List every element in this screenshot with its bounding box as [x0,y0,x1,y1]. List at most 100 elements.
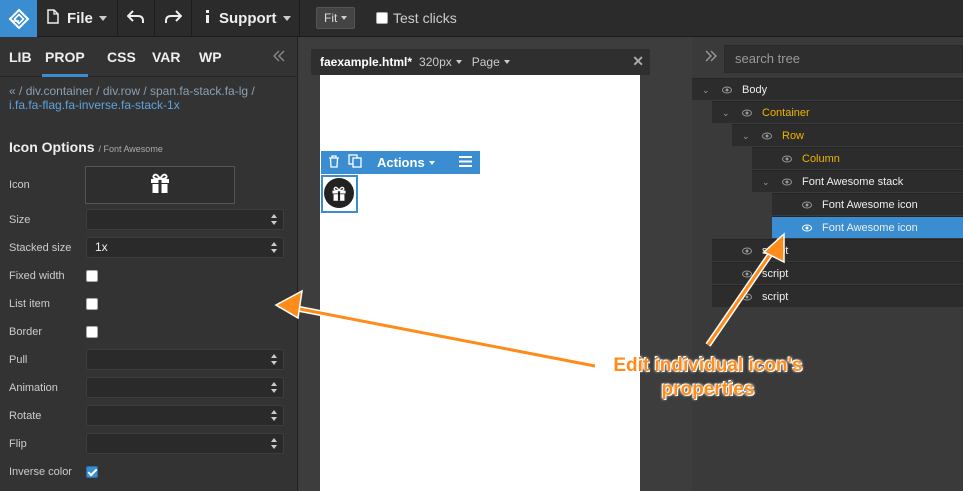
size-select[interactable] [86,209,284,230]
flip-select[interactable] [86,433,284,454]
tree-item-label: script [762,291,789,303]
eye-icon[interactable] [742,246,752,256]
tree-item[interactable]: Font Awesome icon [772,216,963,238]
trash-icon[interactable] [328,154,340,171]
tab-var[interactable]: VAR [152,37,181,77]
page-preview[interactable] [320,75,640,491]
chevron-down-icon[interactable]: ⌄ [762,171,770,193]
breadcrumb-item[interactable]: div.container [26,84,93,98]
chevron-down-icon[interactable]: ⌄ [702,79,710,101]
border-checkbox[interactable] [86,326,98,338]
tree-item[interactable]: ⌄ Container [712,101,963,123]
redo-button[interactable] [155,0,192,37]
eye-icon[interactable] [742,108,752,118]
tree-item[interactable]: Column [752,147,963,169]
list-item-checkbox[interactable] [86,298,98,310]
select-arrows-icon [271,214,277,225]
document-header: faexample.html* 320px Page ✕ [311,49,650,75]
flip-field-label: Flip [9,438,27,450]
tree-item-label: Font Awesome icon [822,199,918,211]
icon-picker[interactable] [85,166,235,204]
fixed-width-checkbox[interactable] [86,270,98,282]
select-arrows-icon [271,382,277,393]
tree-item[interactable]: script [712,239,963,261]
tree-item[interactable]: ⌄ Row [732,124,963,146]
section-title: Icon Options / Font Awesome [9,139,163,155]
test-clicks-toggle[interactable]: Test clicks [376,10,457,26]
tab-css[interactable]: CSS [107,37,136,77]
inverse-color-checkbox[interactable] [86,466,98,478]
support-menu-button[interactable]: Support [192,0,300,37]
stacked-size-select[interactable]: 1x [86,237,284,258]
redo-icon [164,9,183,28]
breadcrumb-prefix[interactable]: « / [9,84,26,98]
eye-icon[interactable] [762,131,772,141]
select-arrows-icon [271,410,277,421]
page-dropdown[interactable]: Page [472,55,510,69]
actions-dropdown[interactable]: Actions [377,155,435,170]
eye-icon[interactable] [742,292,752,302]
breadcrumb-item[interactable]: div.row [103,84,140,98]
tree-item-label: script [762,245,789,257]
select-arrows-icon [271,242,277,253]
annotation-line-2: properties [661,379,755,400]
pull-select[interactable] [86,349,284,370]
tree-item-label: script [762,268,789,280]
tab-wp[interactable]: WP [199,37,222,77]
width-dropdown[interactable]: 320px [419,55,462,69]
app-logo-icon[interactable] [0,0,37,37]
properties-panel: LIB PROP CSS VAR WP « / div.container / … [0,37,298,491]
select-arrows-icon [271,354,277,365]
chevron-down-icon[interactable]: ⌄ [742,125,750,147]
chevron-down-icon[interactable]: ⌄ [722,102,730,124]
gift-icon [149,173,171,198]
test-clicks-label: Test clicks [393,10,457,26]
fit-zoom-dropdown[interactable]: Fit [316,7,356,29]
tree-item[interactable]: Font Awesome icon [772,193,963,215]
file-icon [47,9,59,28]
tab-lib[interactable]: LIB [9,37,32,77]
eye-icon[interactable] [722,85,732,95]
tree-item[interactable]: ⌄ Font Awesome stack [752,170,963,192]
tree-item[interactable]: script [712,262,963,284]
eye-icon[interactable] [802,200,812,210]
chevron-down-icon [341,16,348,20]
breadcrumb: « / div.container / div.row / span.fa-st… [9,84,255,112]
eye-icon[interactable] [742,269,752,279]
tree-search-input[interactable]: search tree [724,45,963,73]
chevron-down-icon [503,60,510,64]
rotate-field-label: Rotate [9,410,42,422]
tree-item-label: Row [782,130,805,142]
close-icon[interactable]: ✕ [632,53,644,70]
eye-icon[interactable] [782,177,792,187]
tree-item[interactable]: script [712,285,963,307]
test-clicks-checkbox[interactable] [376,12,388,24]
size-field-label: Size [9,214,31,226]
tree-item-label: Column [802,153,840,165]
duplicate-icon[interactable] [348,154,362,171]
select-arrows-icon [271,438,277,449]
border-field-label: Border [9,326,43,338]
tab-prop[interactable]: PROP [42,37,88,77]
tree-item[interactable]: ⌄ Body [692,78,963,100]
support-menu-label: Support [219,10,277,27]
animation-select[interactable] [86,377,284,398]
chevron-down-icon [282,16,291,21]
menu-icon[interactable] [459,155,472,170]
eye-icon[interactable] [802,223,812,233]
file-menu-button[interactable]: File [37,0,118,37]
undo-button[interactable] [118,0,155,37]
rotate-select[interactable] [86,405,284,426]
expand-panel-icon[interactable] [704,49,718,65]
info-icon [205,10,210,27]
breadcrumb-item-current[interactable]: i.fa.fa-flag.fa-inverse.fa-stack-1x [9,98,180,112]
stacked-size-field-label: Stacked size [9,242,72,254]
collapse-panel-icon[interactable] [272,49,286,66]
stacked-gift-icon[interactable] [324,178,354,208]
breadcrumb-item[interactable]: span.fa-stack.fa-lg [150,84,248,98]
document-filename: faexample.html* [320,55,413,69]
animation-field-label: Animation [9,382,58,394]
annotation-callout: Edit individual icon's properties [590,354,826,402]
eye-icon[interactable] [782,154,792,164]
chevron-down-icon [98,16,107,21]
